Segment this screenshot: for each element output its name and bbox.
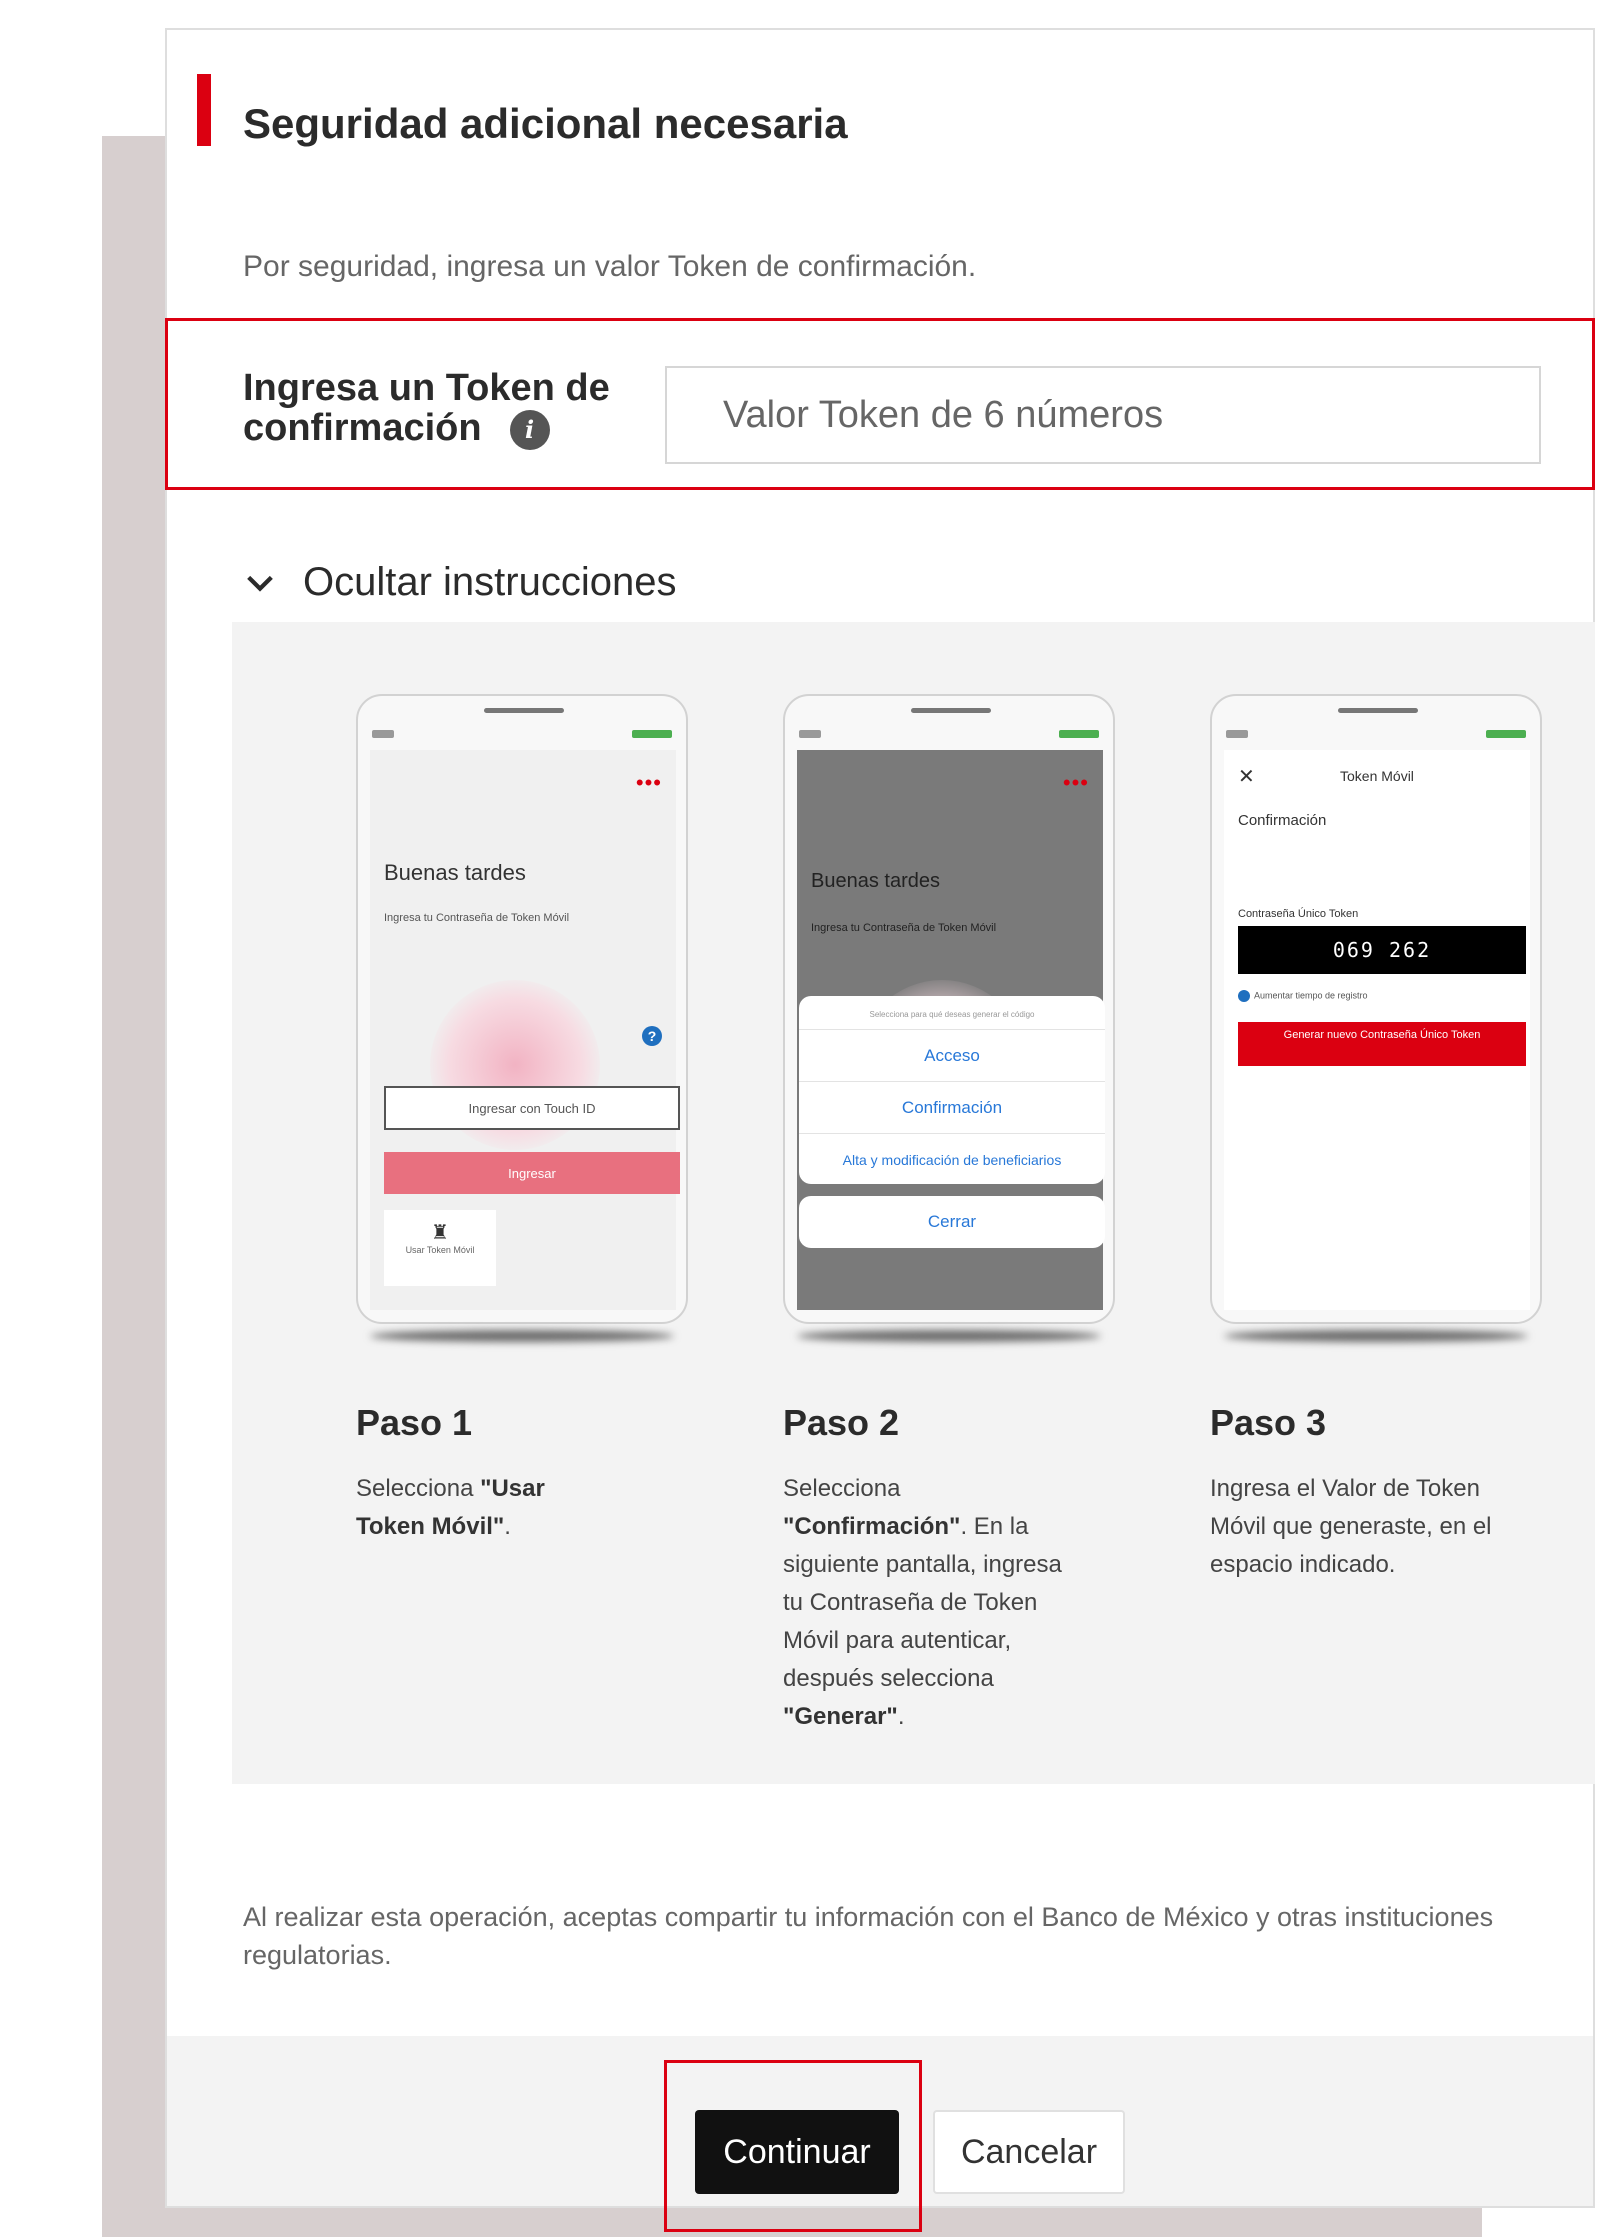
phone-speaker bbox=[1338, 708, 1418, 713]
phone3-nav-title: Token Móvil bbox=[1340, 768, 1414, 784]
instructions-panel: ••• Buenas tardes Ingresa tu Contraseña … bbox=[232, 622, 1595, 1784]
step-3-title: Paso 3 bbox=[1210, 1402, 1327, 1443]
step-1-title: Paso 1 bbox=[356, 1402, 473, 1443]
sheet-option-access: Acceso bbox=[799, 1029, 1105, 1081]
status-bar bbox=[799, 730, 1099, 740]
token-input[interactable] bbox=[665, 366, 1541, 464]
token-label: Ingresa un Token de confirmación i bbox=[243, 368, 643, 450]
phone1-token-tile: ♜ Usar Token Móvil bbox=[384, 1210, 496, 1286]
phone-speaker bbox=[484, 708, 564, 713]
phone-screen: ••• Buenas tardes Ingresa tu Contraseña … bbox=[370, 750, 680, 1310]
step-2-description: Selecciona "Confirmación". En la siguien… bbox=[783, 1470, 1083, 1736]
step-1-description: Selecciona "Usar Token Móvil". bbox=[356, 1470, 616, 1546]
step-2-bold: "Confirmación" bbox=[783, 1513, 961, 1540]
phone3-heading: Confirmación bbox=[1238, 812, 1327, 829]
phone1-greeting: Buenas tardes bbox=[384, 860, 526, 885]
more-icon: ••• bbox=[635, 770, 662, 795]
phone1-prompt: Ingresa tu Contraseña de Token Móvil bbox=[384, 912, 570, 924]
continue-highlight-box bbox=[664, 2060, 922, 2232]
accent-bar bbox=[197, 74, 211, 146]
phone3-info-text: Aumentar tiempo de registro bbox=[1254, 990, 1368, 1001]
phone3-generate-button: Generar nuevo Contraseña Único Token bbox=[1238, 1022, 1526, 1066]
chevron-down-icon bbox=[247, 575, 273, 592]
sheet-header: Selecciona para qué deseas generar el có… bbox=[869, 1010, 1035, 1019]
phone2-prompt: Ingresa tu Contraseña de Token Móvil bbox=[811, 922, 997, 934]
step-2-bold2: "Generar" bbox=[783, 1703, 898, 1730]
phone-mockup-step-3: ✕ Token Móvil Confirmación Contraseña Ún… bbox=[1210, 694, 1542, 1324]
phone-base-shadow bbox=[370, 1330, 674, 1342]
status-bar bbox=[372, 730, 672, 740]
info-icon[interactable]: i bbox=[509, 409, 550, 450]
instructions-toggle[interactable]: Ocultar instrucciones bbox=[243, 560, 676, 605]
step-1-pre: Selecciona bbox=[356, 1475, 481, 1502]
step-2-post2: . bbox=[897, 1703, 905, 1730]
more-icon: ••• bbox=[1062, 770, 1089, 795]
phone-speaker bbox=[911, 708, 991, 713]
phone3-code-label: Contraseña Único Token bbox=[1238, 908, 1359, 920]
phone3-otp-code: 069 262 bbox=[1238, 926, 1526, 974]
instructions-toggle-label: Ocultar instrucciones bbox=[303, 560, 677, 604]
info-dot-icon bbox=[1238, 990, 1250, 1002]
sheet-cancel: Cerrar bbox=[799, 1196, 1105, 1248]
token-label-text: Ingresa un Token de confirmación bbox=[243, 367, 610, 449]
token-tile-label: Usar Token Móvil bbox=[405, 1245, 475, 1255]
step-3-description: Ingresa el Valor de Token Móvil que gene… bbox=[1210, 1475, 1492, 1578]
action-sheet: Selecciona para qué deseas generar el có… bbox=[799, 996, 1105, 1184]
sheet-option-confirmation: Confirmación bbox=[799, 1081, 1105, 1133]
phone-mockup-step-1: ••• Buenas tardes Ingresa tu Contraseña … bbox=[356, 694, 688, 1324]
legal-note: Al realizar esta operación, aceptas comp… bbox=[243, 1902, 1494, 1970]
step-1-post: . bbox=[504, 1513, 511, 1540]
step-2-pre: Selecciona bbox=[783, 1475, 901, 1502]
phone3-info: Aumentar tiempo de registro bbox=[1238, 990, 1368, 1002]
sheet-option-beneficiaries: Alta y modificación de beneficiarios bbox=[799, 1133, 1105, 1184]
phone2-greeting: Buenas tardes bbox=[811, 870, 940, 892]
phone1-touchid-button: Ingresar con Touch ID bbox=[384, 1086, 680, 1130]
help-icon: ? bbox=[642, 1026, 662, 1046]
phone-screen: ✕ Token Móvil Confirmación Contraseña Ún… bbox=[1224, 750, 1530, 1310]
token-tile-icon: ♜ bbox=[431, 1222, 449, 1244]
phone1-login-button: Ingresar bbox=[384, 1152, 680, 1194]
step-2-title: Paso 2 bbox=[783, 1402, 900, 1443]
dialog-title: Seguridad adicional necesaria bbox=[243, 100, 848, 147]
status-bar bbox=[1226, 730, 1526, 740]
phone-base-shadow bbox=[797, 1330, 1101, 1342]
phone-screen: ••• Buenas tardes Ingresa tu Contraseña … bbox=[797, 750, 1105, 1310]
phone-mockup-step-2: ••• Buenas tardes Ingresa tu Contraseña … bbox=[783, 694, 1115, 1324]
cancel-button[interactable]: Cancelar bbox=[933, 2110, 1125, 2194]
phone-base-shadow bbox=[1224, 1330, 1528, 1342]
dialog-subtitle: Por seguridad, ingresa un valor Token de… bbox=[243, 250, 977, 283]
close-icon: ✕ bbox=[1238, 766, 1255, 788]
